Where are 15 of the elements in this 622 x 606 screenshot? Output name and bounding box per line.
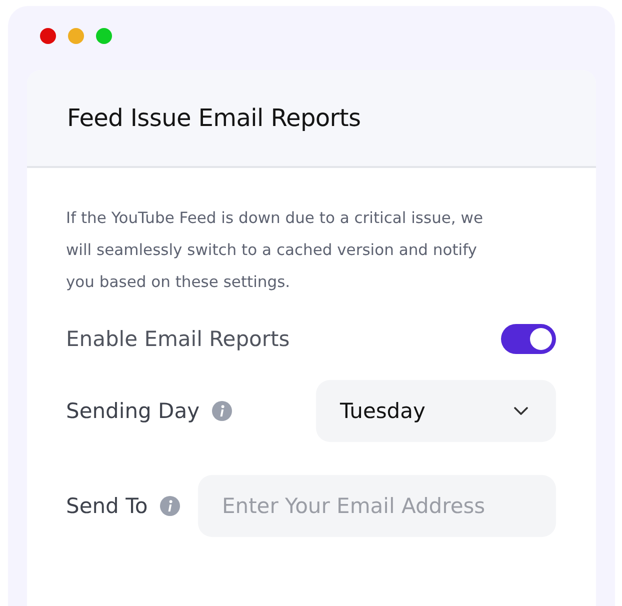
card-title: Feed Issue Email Reports bbox=[67, 104, 361, 132]
day-select[interactable]: Tuesday bbox=[316, 380, 556, 442]
email-input-field[interactable]: Enter Your Email Address bbox=[198, 475, 556, 537]
window-control-dot[interactable] bbox=[68, 28, 84, 44]
setting-label: Enable Email Reports bbox=[66, 327, 290, 351]
setting-label: Sending Day bbox=[66, 399, 200, 423]
window-control-dot[interactable] bbox=[96, 28, 112, 44]
chevron-down-icon bbox=[514, 407, 528, 415]
toggle-switch[interactable] bbox=[501, 324, 556, 354]
description-text: If the YouTube Feed is down due to a critical issue, we will seamlessly switch to a cached version and notify you based on these settings. bbox=[66, 208, 484, 293]
info-icon[interactable] bbox=[160, 496, 180, 516]
window-control-dot[interactable] bbox=[40, 28, 56, 44]
setting-label: Send To bbox=[66, 494, 148, 518]
info-icon[interactable] bbox=[212, 401, 232, 421]
select-value: Tuesday bbox=[340, 399, 426, 423]
